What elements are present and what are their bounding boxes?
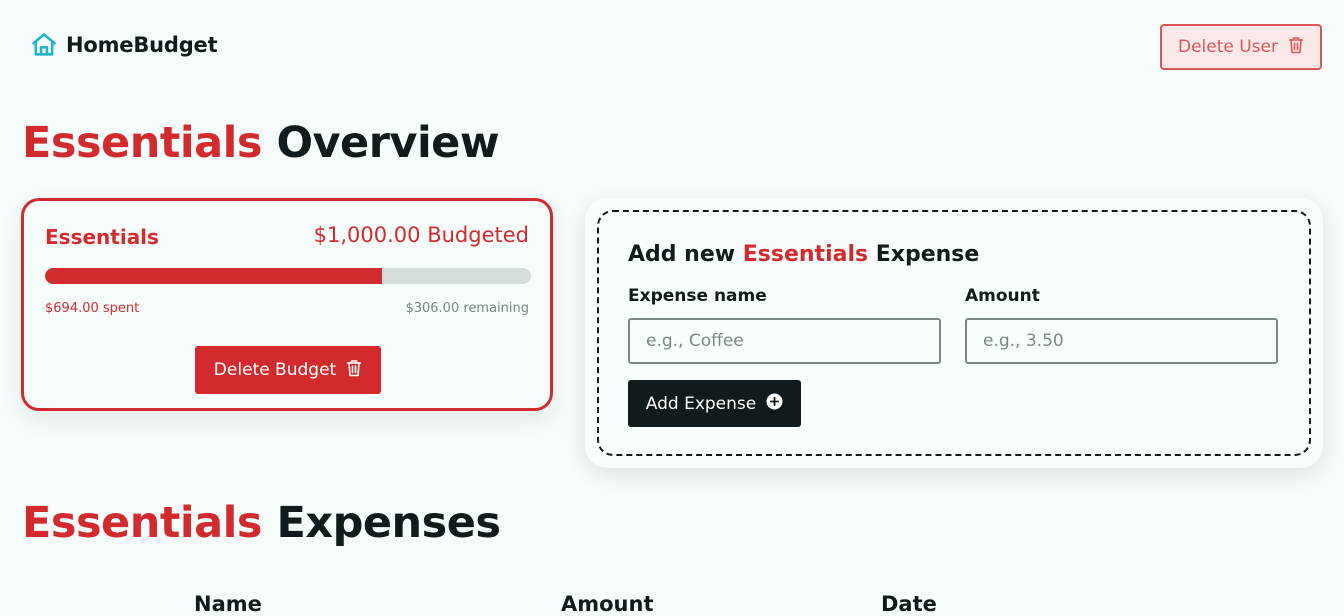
expenses-title: Essentials Expenses — [22, 498, 501, 548]
page: HomeBudget Delete User Essentials Overvi… — [0, 0, 1344, 616]
add-expense-form: Add new Essentials Expense Expense name … — [597, 210, 1311, 456]
budget-spent: $694.00 spent — [45, 301, 140, 316]
overview-title-accent: Essentials — [22, 118, 262, 168]
add-expense-title-accent: Essentials — [742, 242, 869, 267]
delete-user-button[interactable]: Delete User — [1160, 24, 1322, 70]
budget-card: Essentials $1,000.00 Budgeted $694.00 sp… — [21, 198, 553, 411]
expense-amount-label: Amount — [965, 286, 1040, 306]
expense-name-input[interactable] — [628, 318, 941, 364]
overview-title: Essentials Overview — [22, 118, 500, 168]
add-expense-title: Add new Essentials Expense — [628, 242, 979, 267]
expense-name-label: Expense name — [628, 286, 767, 306]
house-icon — [30, 30, 58, 60]
add-expense-title-prefix: Add new — [628, 242, 743, 267]
delete-user-label: Delete User — [1177, 37, 1278, 57]
overview-title-rest: Overview — [261, 118, 500, 168]
expenses-title-accent: Essentials — [22, 498, 262, 548]
add-expense-label: Add Expense — [645, 393, 757, 414]
budget-progress-fill — [45, 268, 383, 284]
trash-icon — [346, 359, 362, 382]
add-expense-card: Add new Essentials Expense Expense name … — [585, 198, 1323, 468]
add-expense-title-suffix: Expense — [868, 242, 980, 267]
brand-name: HomeBudget — [66, 33, 218, 57]
budget-name: Essentials — [45, 225, 159, 249]
plus-circle-icon — [766, 393, 783, 415]
budget-amount: $1,000.00 Budgeted — [313, 223, 529, 247]
delete-budget-button[interactable]: Delete Budget — [195, 346, 381, 394]
column-header-name: Name — [194, 592, 262, 616]
brand-link[interactable]: HomeBudget — [30, 30, 218, 60]
add-expense-button[interactable]: Add Expense — [628, 380, 801, 427]
column-header-date: Date — [881, 592, 937, 616]
column-header-amount: Amount — [561, 592, 654, 616]
delete-budget-label: Delete Budget — [213, 360, 337, 380]
budget-progress-bar — [45, 268, 531, 284]
expenses-title-rest: Expenses — [261, 498, 501, 548]
expense-amount-input[interactable] — [965, 318, 1278, 364]
budget-remaining: $306.00 remaining — [405, 301, 529, 316]
trash-icon — [1288, 36, 1304, 59]
